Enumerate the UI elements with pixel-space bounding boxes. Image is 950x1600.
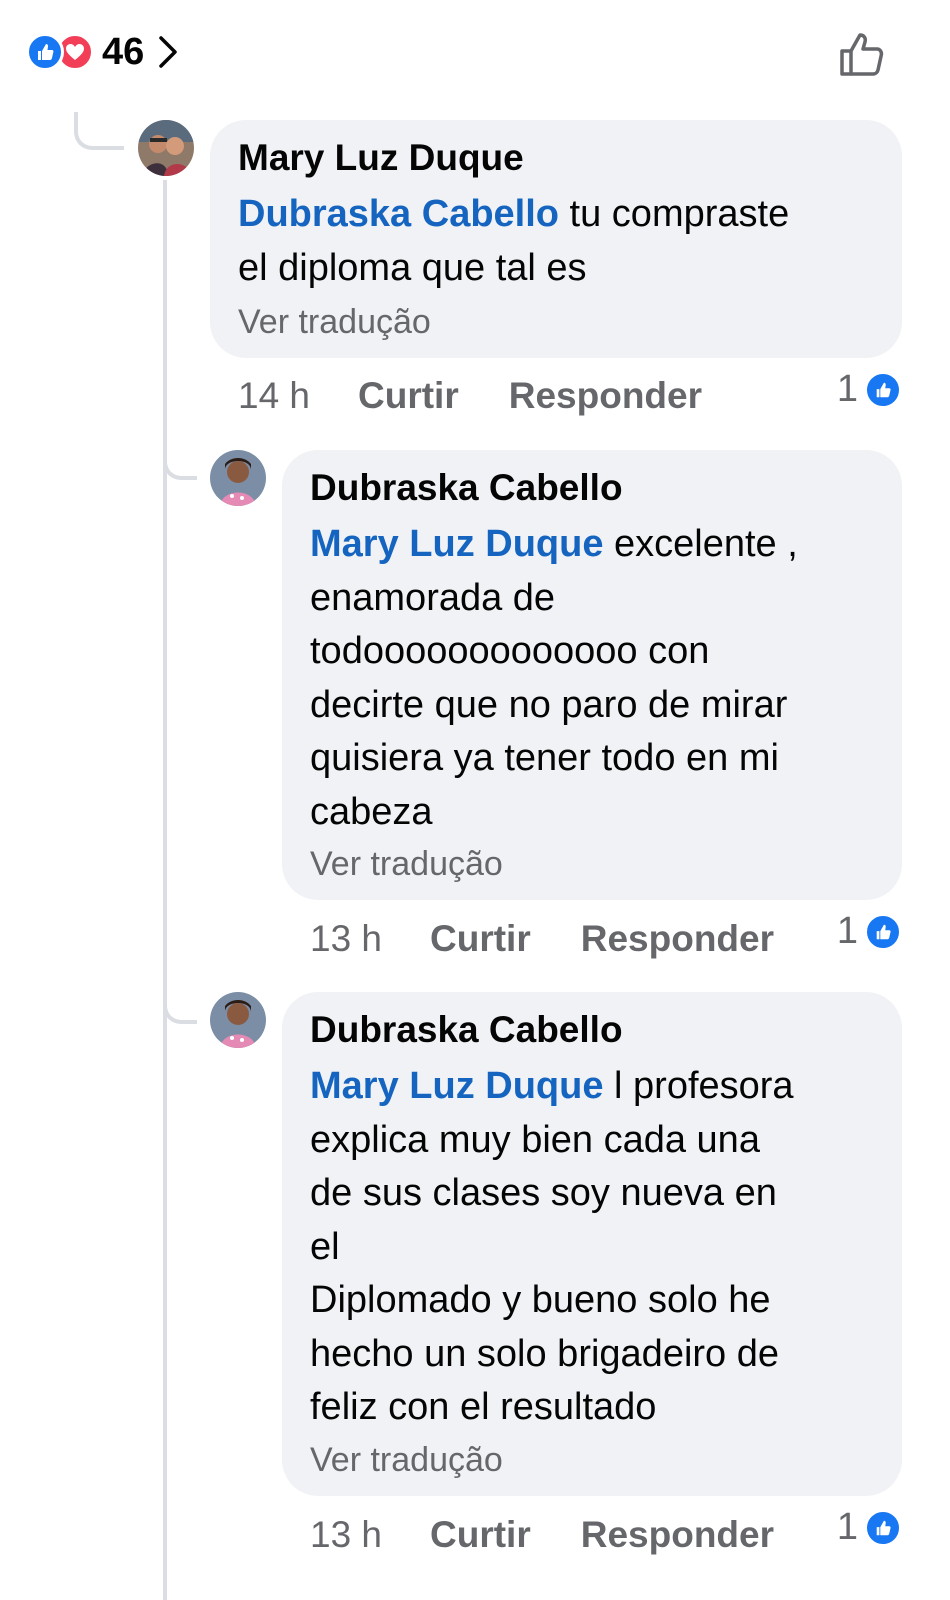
thread-vertical-line <box>163 180 167 1600</box>
mention-link[interactable]: Mary Luz Duque <box>310 523 603 565</box>
comment-like-number: 1 <box>836 368 858 410</box>
like-icon <box>864 912 902 951</box>
comment-bubble: Dubraska Cabello Mary Luz Duque l profes… <box>282 992 902 1496</box>
comment-like-count[interactable]: 1 <box>837 910 902 953</box>
mention-link[interactable]: Dubraska Cabello <box>238 193 559 235</box>
reply-button[interactable]: Responder <box>509 375 702 417</box>
comment-time: 13 h <box>310 918 383 959</box>
see-translation-link[interactable]: Ver tradução <box>310 1439 874 1481</box>
avatar[interactable] <box>210 450 266 506</box>
like-comment-button[interactable]: Curtir <box>430 918 531 960</box>
avatar[interactable] <box>210 992 266 1048</box>
thread-connector <box>163 984 197 1024</box>
comment-time: 14 h <box>238 375 311 416</box>
comment-text: Mary Luz Duque l profesora explica muy b… <box>310 1060 874 1435</box>
comment-actions: 13 h Curtir Responder <box>310 914 774 964</box>
like-comment-button[interactable]: Curtir <box>358 375 459 417</box>
like-icon <box>864 1508 902 1547</box>
thread-connector <box>163 440 197 480</box>
comment-bubble: Dubraska Cabello Mary Luz Duque excelent… <box>282 450 902 900</box>
reply-button[interactable]: Responder <box>581 918 774 960</box>
comment-like-count[interactable]: 1 <box>837 1506 902 1549</box>
comment-text: Dubraska Cabello tu compraste el diploma… <box>238 188 874 295</box>
comment-author[interactable]: Dubraska Cabello <box>310 466 874 510</box>
comment-like-number: 1 <box>836 1506 858 1548</box>
comment-bubble: Mary Luz Duque Dubraska Cabello tu compr… <box>210 120 902 358</box>
see-translation-link[interactable]: Ver tradução <box>310 843 874 885</box>
like-post-icon[interactable] <box>834 28 888 82</box>
comment-text: Mary Luz Duque excelente , enamorada de … <box>310 518 874 839</box>
mention-link[interactable]: Mary Luz Duque <box>310 1065 603 1107</box>
reply-button[interactable]: Responder <box>581 1514 774 1556</box>
see-translation-link[interactable]: Ver tradução <box>238 301 874 343</box>
comment-like-number: 1 <box>836 910 858 952</box>
comment-body: excelente , enamorada de todoooooooooooo… <box>310 523 798 833</box>
like-reaction-icon <box>26 33 64 71</box>
avatar[interactable] <box>138 120 194 176</box>
comment-author[interactable]: Mary Luz Duque <box>238 136 874 180</box>
chevron-right-icon[interactable] <box>158 35 178 69</box>
comment-actions: 14 h Curtir Responder <box>238 371 702 421</box>
reaction-count: 46 <box>102 30 145 73</box>
reaction-summary[interactable]: 46 <box>26 28 178 76</box>
like-comment-button[interactable]: Curtir <box>430 1514 531 1556</box>
comment-actions: 13 h Curtir Responder <box>310 1510 774 1560</box>
comment-time: 13 h <box>310 1514 383 1555</box>
comment-like-count[interactable]: 1 <box>837 368 902 411</box>
comment-body: l profesora explica muy bien cada una de… <box>310 1065 794 1428</box>
comment-author[interactable]: Dubraska Cabello <box>310 1008 874 1052</box>
like-icon <box>864 370 902 409</box>
thread-connector <box>74 112 124 150</box>
